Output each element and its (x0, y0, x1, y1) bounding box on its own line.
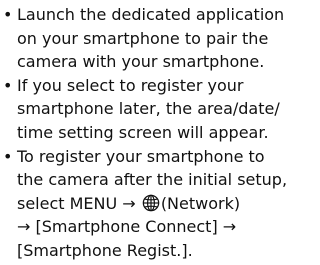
bullet-mark: • (3, 146, 13, 166)
text-line: camera with your smartphone. (17, 52, 265, 72)
globe-icon (142, 194, 160, 212)
bullet-mark: • (3, 5, 13, 24)
bullet-mark: • (3, 75, 13, 95)
text-line: smartphone later, the area/date/ (17, 99, 280, 119)
text-line: time setting screen will appear. (17, 122, 269, 142)
text-line: To register your smartphone to (17, 146, 265, 166)
network-label: (Network) (160, 193, 241, 213)
menu-path-line: select MENU → (Network) (17, 192, 307, 216)
list-item: • Launch the dedicated application on yo… (0, 3, 307, 74)
text-line: on your smartphone to pair the (17, 28, 269, 48)
text-line: the camera after the initial setup, (17, 170, 288, 190)
list-item: • To register your smartphone to the cam… (0, 145, 307, 263)
menu-path-line: → [Smartphone Connect] → (17, 217, 237, 237)
menu-path-line: [Smartphone Regist.]. (17, 240, 193, 260)
menu-lead-text: select MENU → (17, 193, 136, 213)
list-item: • If you select to register your smartph… (0, 74, 307, 145)
text-line: If you select to register your (17, 75, 244, 95)
text-line: Launch the dedicated application (17, 5, 285, 24)
instruction-list: • Launch the dedicated application on yo… (0, 3, 307, 263)
